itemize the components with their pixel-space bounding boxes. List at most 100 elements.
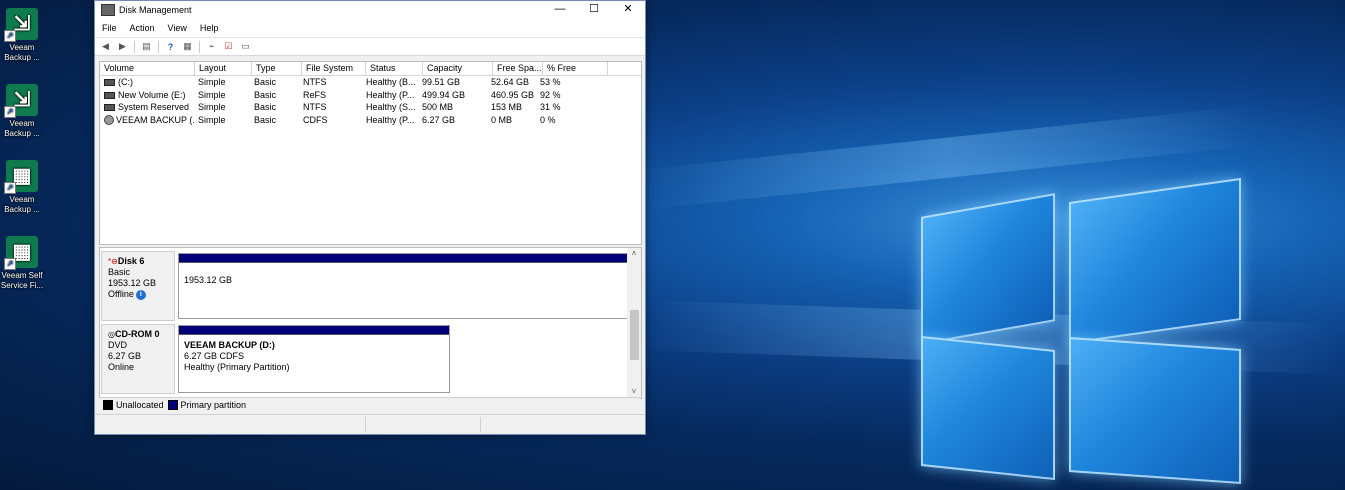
- cell-layout: Simple: [198, 89, 226, 100]
- scrollbar-thumb[interactable]: [630, 310, 639, 360]
- desktop-icon-veeam-self-service[interactable]: ▦ ↗ Veeam Self Service Fi...: [0, 236, 44, 291]
- cell-type: Basic: [254, 102, 277, 112]
- menu-view[interactable]: View: [161, 23, 193, 33]
- back-icon[interactable]: ◀: [99, 41, 112, 53]
- partition-size: 1953.12 GB: [184, 275, 233, 285]
- title-bar[interactable]: Disk Management — ☐ ✕: [95, 1, 645, 18]
- cell-free-space: 52.64 GB: [491, 77, 530, 87]
- scroll-up-button[interactable]: ˄: [627, 248, 641, 260]
- column-volume[interactable]: Volume: [100, 62, 195, 75]
- table-row[interactable]: VEEAM BACKUP (... Simple Basic CDFS Heal…: [100, 114, 641, 127]
- drive-icon: [104, 104, 115, 112]
- cell-volume: VEEAM BACKUP (...: [100, 114, 194, 127]
- cell-file-system: ReFS: [303, 89, 327, 100]
- cell-capacity: 500 MB: [422, 102, 454, 112]
- column-status[interactable]: Status: [366, 62, 423, 75]
- disk-management-window: Disk Management — ☐ ✕ File Action View H…: [94, 0, 646, 435]
- desktop-icon-label: Veeam Backup ...: [4, 43, 40, 62]
- disk-6-label[interactable]: *⊖Disk 6 Basic 1953.12 GB Offline i: [101, 251, 175, 321]
- disk-name-line: *⊖Disk 6: [108, 256, 174, 267]
- cell-type: Basic: [254, 114, 277, 125]
- cell-free-space: 460.95 GB: [491, 89, 535, 100]
- desktop-icon-label: Veeam Backup ...: [4, 119, 40, 138]
- column-layout[interactable]: Layout: [195, 62, 252, 75]
- cell-free-space: 153 MB: [491, 102, 523, 112]
- cell-capacity: 499.94 GB: [422, 89, 466, 100]
- column-type[interactable]: Type: [252, 62, 302, 75]
- cell-status: Healthy (P...: [366, 89, 415, 100]
- disk-state-line: Offline i: [108, 289, 174, 300]
- column-percent-free[interactable]: % Free: [543, 62, 608, 75]
- menu-bar: File Action View Help: [95, 18, 645, 38]
- volume-name: New Volume (E:): [118, 89, 186, 100]
- menu-file[interactable]: File: [95, 23, 123, 33]
- cell-percent-free: 53 %: [540, 77, 561, 87]
- cell-percent-free: 92 %: [540, 89, 561, 100]
- toolbar: ◀ ▶ ▤ ? ▦ ⌁ ☑ ▭: [95, 38, 645, 56]
- cell-capacity: 6.27 GB: [422, 114, 456, 125]
- cell-layout: Simple: [198, 77, 226, 87]
- disk-6-partition[interactable]: 1953.12 GB: [178, 253, 630, 319]
- disk-kind: DVD: [108, 340, 128, 350]
- desktop-icon-veeam-backup-3[interactable]: ▦ ↗ Veeam Backup ...: [0, 160, 44, 215]
- view-icon[interactable]: ▦: [181, 41, 194, 53]
- table-row[interactable]: New Volume (E:) Simple Basic ReFS Health…: [100, 89, 641, 102]
- maximize-button[interactable]: ☐: [577, 1, 611, 18]
- status-bar-divider: [480, 417, 481, 432]
- volume-name: (C:): [118, 77, 133, 87]
- toolbar-separator: [158, 40, 159, 53]
- cell-status: Healthy (P...: [366, 114, 415, 125]
- menu-action[interactable]: Action: [123, 23, 161, 33]
- close-button[interactable]: ✕: [611, 1, 645, 18]
- legend-label-primary: Primary partition: [180, 400, 247, 410]
- partition-bar: [179, 326, 449, 335]
- cell-volume: System Reserved: [100, 101, 194, 114]
- column-free-space[interactable]: Free Spa...: [493, 62, 543, 75]
- partition-label: VEEAM BACKUP (D:): [184, 340, 275, 350]
- menu-help[interactable]: Help: [193, 23, 225, 33]
- disk-management-icon: [101, 3, 115, 16]
- disk-state: Offline: [108, 289, 134, 299]
- connect-icon[interactable]: ⌁: [205, 41, 218, 53]
- desktop-icon-veeam-backup-1[interactable]: ⇲ ↗ Veeam Backup ...: [0, 8, 44, 63]
- drive-icon: [104, 91, 115, 99]
- cell-type: Basic: [254, 77, 277, 87]
- check-icon[interactable]: ☑: [222, 41, 235, 53]
- cell-percent-free: 31 %: [540, 102, 561, 112]
- disk-graphical-view: *⊖Disk 6 Basic 1953.12 GB Offline i 1953.…: [99, 247, 642, 399]
- disk-size: 1953.12 GB: [108, 278, 157, 288]
- column-file-system[interactable]: File System: [302, 62, 366, 75]
- cell-volume: New Volume (E:): [100, 89, 194, 102]
- veeam-backup-enterprise-icon: ▦ ↗: [4, 160, 38, 194]
- partition-status: Healthy (Primary Partition): [184, 362, 290, 372]
- status-bar: [95, 414, 645, 434]
- disk-name-line: ◎CD-ROM 0: [108, 329, 174, 340]
- info-icon[interactable]: i: [135, 289, 146, 300]
- drive-icon: [104, 79, 115, 87]
- cell-layout: Simple: [198, 114, 226, 125]
- cell-status: Healthy (B...: [366, 77, 416, 87]
- help-icon[interactable]: ?: [164, 41, 177, 53]
- disk-size: 6.27 GB: [108, 351, 142, 361]
- offline-disk-icon: *⊖: [108, 257, 118, 266]
- veeam-self-service-icon: ▦ ↗: [4, 236, 38, 270]
- volume-name: System Reserved: [118, 102, 190, 112]
- cell-capacity: 99.51 GB: [422, 77, 461, 87]
- cdrom-0-label[interactable]: ◎CD-ROM 0 DVD 6.27 GB Online: [101, 324, 175, 394]
- legend: Unallocated Primary partition: [99, 397, 640, 412]
- desktop-icon-veeam-backup-2[interactable]: ⇲ ↗ Veeam Backup ...: [0, 84, 44, 139]
- legend-label-unallocated: Unallocated: [116, 400, 164, 410]
- disk-view-scrollbar[interactable]: ˄ ˅: [627, 248, 641, 398]
- disk-state: Online: [108, 362, 135, 372]
- cdrom-0-partition[interactable]: VEEAM BACKUP (D:) 6.27 GB CDFS Healthy (…: [178, 325, 450, 393]
- partition-detail: 6.27 GB CDFS: [184, 351, 245, 361]
- forward-icon[interactable]: ▶: [116, 41, 129, 53]
- column-capacity[interactable]: Capacity: [423, 62, 493, 75]
- settings-icon[interactable]: ▭: [239, 41, 252, 53]
- minimize-button[interactable]: —: [543, 1, 577, 18]
- desktop-icon-label: Veeam Backup ...: [4, 195, 40, 214]
- properties-icon[interactable]: ▤: [140, 41, 153, 53]
- table-row[interactable]: (C:) Simple Basic NTFS Healthy (B... 99.…: [100, 76, 641, 89]
- table-row[interactable]: System Reserved Simple Basic NTFS Health…: [100, 101, 641, 114]
- toolbar-separator: [134, 40, 135, 53]
